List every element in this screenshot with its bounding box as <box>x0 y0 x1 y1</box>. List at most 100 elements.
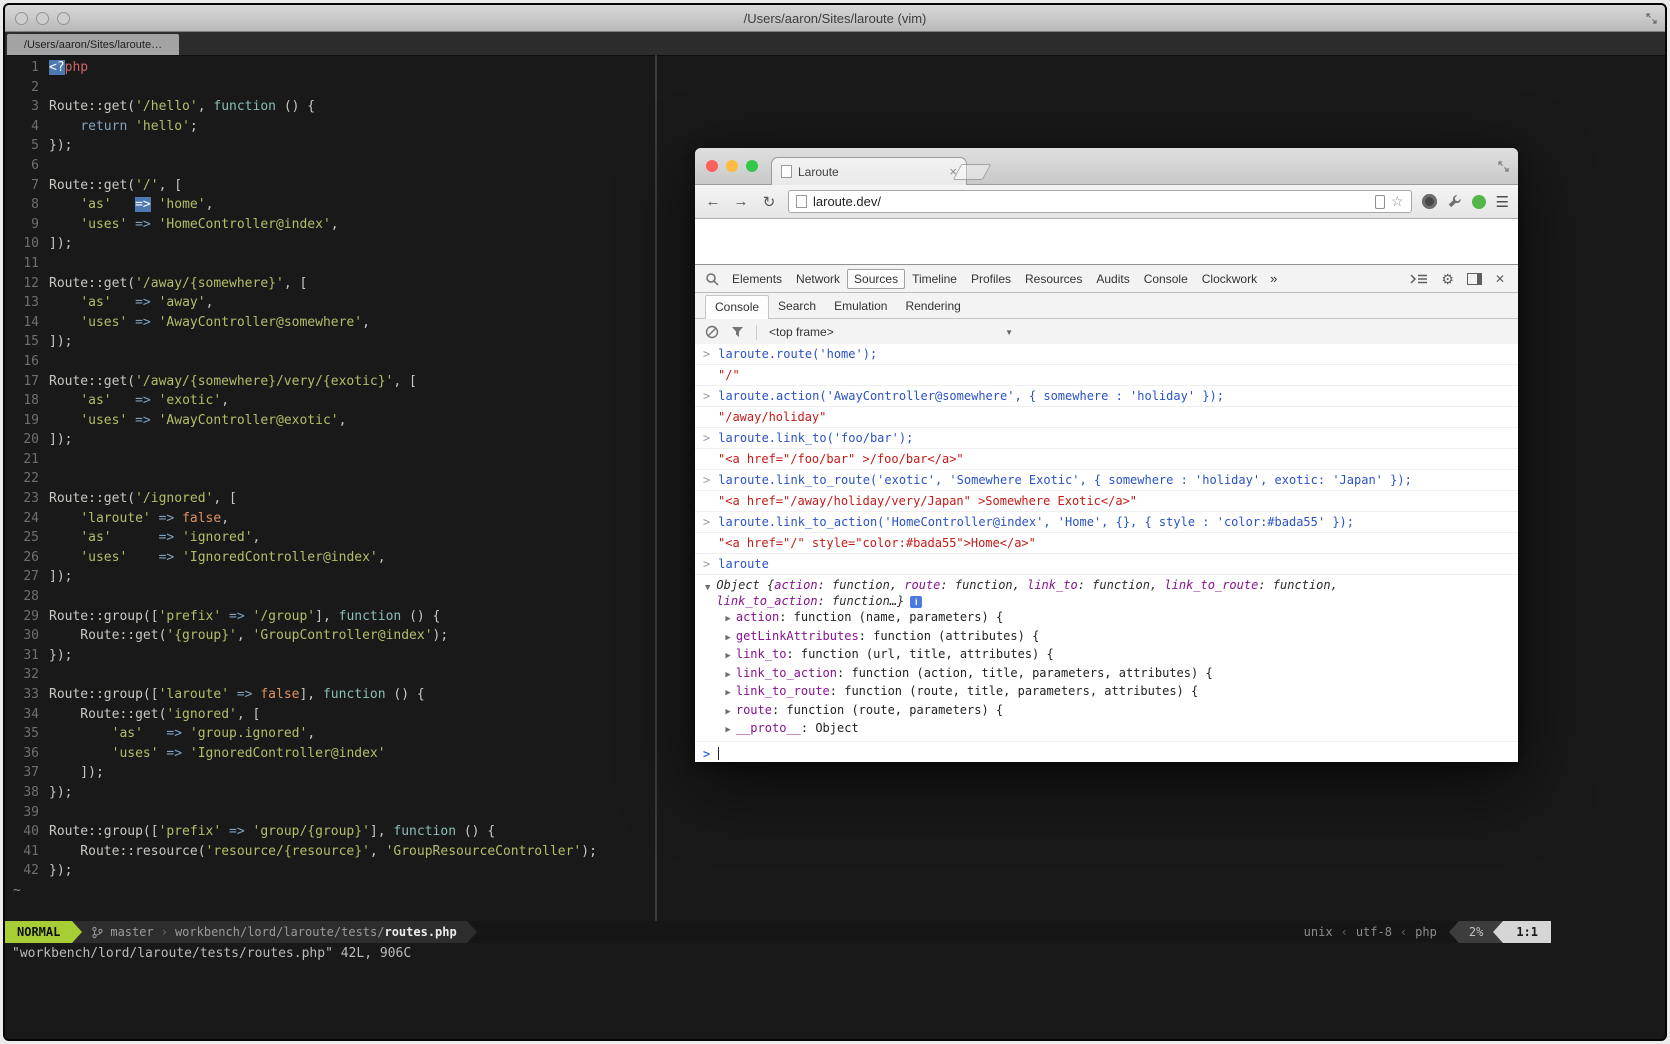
code-line: 16 <box>5 352 655 372</box>
browser-tab[interactable]: Laroute × <box>771 157 967 185</box>
info-icon[interactable]: i <box>910 596 922 608</box>
code-line: 42}); <box>5 861 655 881</box>
address-bar[interactable]: laroute.dev/ ☆ <box>788 190 1412 213</box>
new-tab-button[interactable] <box>953 164 992 180</box>
terminal-close-button[interactable] <box>15 12 28 25</box>
line-number: 28 <box>5 587 49 607</box>
code-line: 28 <box>5 587 655 607</box>
devtools-close-icon[interactable]: ✕ <box>1495 272 1505 286</box>
browser-minimize-button[interactable] <box>726 160 738 172</box>
line-number: 3 <box>5 97 49 117</box>
console-result: "/away/holiday" <box>695 407 1518 428</box>
code-line: 23Route::get('/ignored', [ <box>5 489 655 509</box>
powerline-separator <box>72 921 82 943</box>
code-line: 30 Route::get('{group}', 'GroupControlle… <box>5 626 655 646</box>
collapsed-triangle-icon[interactable]: ▶ <box>725 670 730 680</box>
page-content[interactable] <box>695 219 1518 264</box>
devtools-tab-audits[interactable]: Audits <box>1089 269 1136 289</box>
browser-toolbar: ← → ↻ laroute.dev/ ☆ ☰ <box>695 185 1518 219</box>
collapsed-triangle-icon[interactable]: ▶ <box>725 651 730 661</box>
url-text[interactable]: laroute.dev/ <box>813 194 1369 209</box>
wrench-icon[interactable] <box>1447 194 1462 209</box>
drawer-tab-rendering[interactable]: Rendering <box>896 295 969 318</box>
powerline-separator <box>467 921 477 943</box>
dock-side-icon[interactable] <box>1467 273 1482 285</box>
command-chevron-icon: > <box>703 388 710 404</box>
statusline-file-info: master › workbench/lord/laroute/tests/ro… <box>82 921 466 943</box>
line-number: 21 <box>5 450 49 470</box>
mobile-preview-icon[interactable] <box>1375 195 1385 209</box>
code-line: 40Route::group(['prefix' => 'group/{grou… <box>5 822 655 842</box>
drawer-tab-search[interactable]: Search <box>769 295 825 318</box>
clear-console-icon[interactable] <box>705 325 719 339</box>
code-line: 20]); <box>5 430 655 450</box>
object-property: ▶action: function (name, parameters) { <box>716 609 1510 628</box>
line-number: 18 <box>5 391 49 411</box>
terminal-zoom-button[interactable] <box>57 12 70 25</box>
green-extension-icon[interactable] <box>1472 195 1486 209</box>
terminal-minimize-button[interactable] <box>36 12 49 25</box>
line-number: 16 <box>5 352 49 372</box>
show-drawer-icon[interactable] <box>1410 273 1428 285</box>
expanded-triangle-icon[interactable]: ▼ <box>705 580 710 596</box>
terminal-titlebar[interactable]: /Users/aaron/Sites/laroute (vim) <box>5 5 1665 32</box>
line-number: 26 <box>5 548 49 568</box>
gear-icon[interactable]: ⚙ <box>1441 272 1454 286</box>
drawer-tabbar: ConsoleSearchEmulationRendering <box>695 293 1518 319</box>
devtools-tab-clockwork[interactable]: Clockwork <box>1195 269 1264 289</box>
devtools-tab-resources[interactable]: Resources <box>1018 269 1089 289</box>
clockwork-extension-icon[interactable] <box>1422 194 1437 209</box>
collapsed-triangle-icon[interactable]: ▶ <box>725 725 730 735</box>
browser-tabstrip[interactable]: Laroute × <box>695 148 1518 185</box>
devtools-tab-console[interactable]: Console <box>1137 269 1195 289</box>
browser-zoom-button[interactable] <box>746 160 758 172</box>
browser-resize-icon[interactable] <box>1498 161 1509 172</box>
line-number: 6 <box>5 156 49 176</box>
line-number: 10 <box>5 234 49 254</box>
back-button[interactable]: ← <box>704 193 722 210</box>
code-line: 17Route::get('/away/{somewhere}/very/{ex… <box>5 372 655 392</box>
terminal-tab[interactable]: /Users/aaron/Sites/laroute… <box>7 34 179 55</box>
code-line: 24 'laroute' => false, <box>5 509 655 529</box>
console-result: "<a href="/" style="color:#bada55">Home<… <box>695 533 1518 554</box>
collapsed-triangle-icon[interactable]: ▶ <box>725 614 730 624</box>
collapsed-triangle-icon[interactable]: ▶ <box>725 633 730 643</box>
devtools-tab-network[interactable]: Network <box>789 269 847 289</box>
command-chevron-icon: > <box>703 430 710 446</box>
line-number: 11 <box>5 254 49 274</box>
collapsed-triangle-icon[interactable]: ▶ <box>725 707 730 717</box>
line-number: 31 <box>5 646 49 666</box>
devtools-tab-sources[interactable]: Sources <box>847 269 905 289</box>
line-number: 33 <box>5 685 49 705</box>
console-prompt[interactable]: > <box>695 742 1518 763</box>
code-area[interactable]: 1<?php2 3Route::get('/hello', function (… <box>5 55 655 921</box>
devtools-tab-timeline[interactable]: Timeline <box>905 269 964 289</box>
code-line: 12Route::get('/away/{somewhere}', [ <box>5 274 655 294</box>
tabs-overflow-chevron[interactable]: » <box>1264 271 1283 286</box>
code-line: 9 'uses' => 'HomeController@index', <box>5 215 655 235</box>
inspect-search-icon[interactable] <box>705 272 719 286</box>
browser-close-button[interactable] <box>706 160 718 172</box>
code-line: 5}); <box>5 136 655 156</box>
devtools-tab-elements[interactable]: Elements <box>725 269 789 289</box>
frame-context-select[interactable]: <top frame> ▼ <box>769 325 1013 339</box>
drawer-tab-emulation[interactable]: Emulation <box>825 295 896 318</box>
chrome-menu-icon[interactable]: ☰ <box>1496 193 1509 211</box>
console-command: >laroute.link_to('foo/bar'); <box>695 428 1518 449</box>
line-number: 41 <box>5 842 49 862</box>
code-line: 34 Route::get('ignored', [ <box>5 705 655 725</box>
forward-button[interactable]: → <box>732 193 750 210</box>
scroll-percent: 2% <box>1459 921 1493 943</box>
filter-icon[interactable] <box>731 326 744 338</box>
file-type: php <box>1415 925 1437 939</box>
collapsed-triangle-icon[interactable]: ▶ <box>725 688 730 698</box>
line-number: 23 <box>5 489 49 509</box>
browser-window: Laroute × ← → ↻ laroute.dev/ ☆ ☰ Element… <box>695 148 1518 762</box>
reload-button[interactable]: ↻ <box>760 193 778 211</box>
drawer-tab-console[interactable]: Console <box>705 295 769 319</box>
console-output[interactable]: >laroute.route('home');"/">laroute.actio… <box>695 344 1518 762</box>
bookmark-star-icon[interactable]: ☆ <box>1391 193 1404 210</box>
code-line: 36 'uses' => 'IgnoredController@index' <box>5 744 655 764</box>
devtools-tab-profiles[interactable]: Profiles <box>964 269 1018 289</box>
terminal-resize-icon[interactable] <box>1646 13 1657 24</box>
